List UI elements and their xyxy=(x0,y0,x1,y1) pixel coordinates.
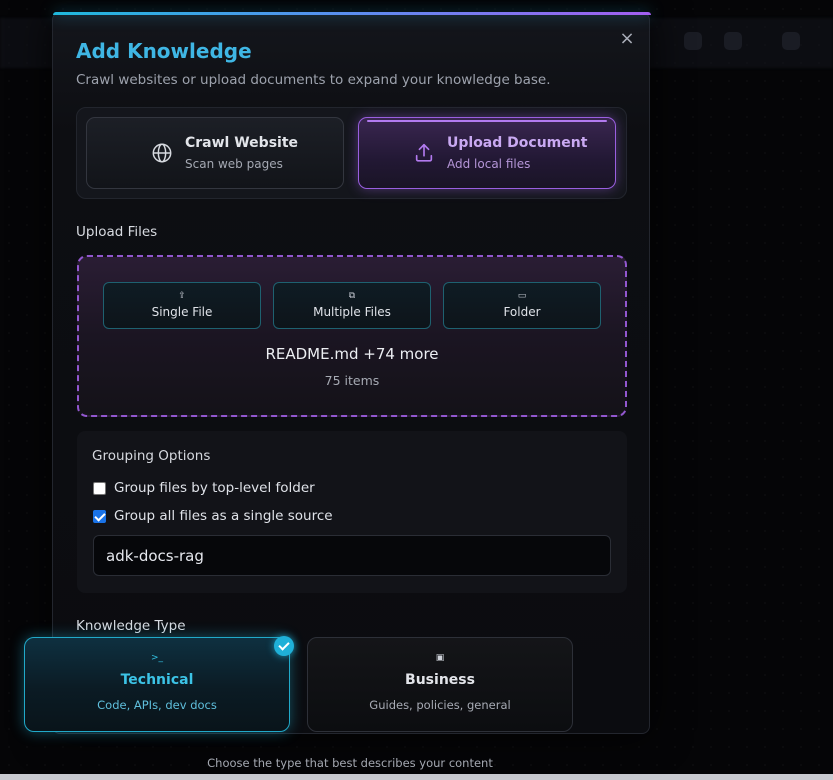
upload-files-label: Upload Files xyxy=(76,224,158,240)
technical-name: Technical xyxy=(120,672,194,688)
folder-label: Folder xyxy=(503,305,541,319)
background-icon xyxy=(684,32,702,50)
globe-icon xyxy=(152,143,172,163)
multiple-files-button[interactable]: ⧉ Multiple Files xyxy=(273,282,431,329)
folder-button[interactable]: ▭ Folder xyxy=(443,282,601,329)
source-mode-selector: Crawl Website Scan web pages Upload Docu… xyxy=(76,107,627,199)
dialog-subtitle: Crawl websites or upload documents to ex… xyxy=(76,72,551,88)
selected-files-count: 75 items xyxy=(324,373,380,388)
grouping-options-panel: Grouping Options Group files by top-leve… xyxy=(77,431,627,593)
upload-icon xyxy=(415,143,433,162)
selected-files-name: README.md +74 more xyxy=(265,345,439,363)
group-single-source-label: Group all files as a single source xyxy=(114,508,333,524)
group-by-folder-option[interactable]: Group files by top-level folder xyxy=(93,480,315,496)
multiple-files-icon: ⧉ xyxy=(348,291,356,301)
upload-document-button[interactable]: Upload Document Add local files xyxy=(358,117,616,189)
knowledge-type-technical[interactable]: >_ Technical Code, APIs, dev docs xyxy=(24,636,294,732)
multiple-files-label: Multiple Files xyxy=(313,305,391,319)
close-button[interactable]: × xyxy=(617,29,637,49)
terminal-icon: >_ xyxy=(150,653,164,663)
grouping-options-title: Grouping Options xyxy=(92,448,211,464)
close-icon[interactable]: × xyxy=(619,28,634,49)
group-single-source-option[interactable]: Group all files as a single source xyxy=(93,508,333,524)
business-description: Guides, policies, general xyxy=(369,698,511,712)
background-icon xyxy=(782,32,800,50)
background-bottom-bar xyxy=(0,774,833,780)
file-dropzone[interactable]: ⇪ Single File ⧉ Multiple Files ▭ Folder … xyxy=(77,255,627,417)
source-name-input[interactable] xyxy=(93,535,611,576)
crawl-website-subtitle: Scan web pages xyxy=(185,157,283,171)
crawl-website-button[interactable]: Crawl Website Scan web pages xyxy=(86,117,344,189)
group-by-folder-checkbox[interactable] xyxy=(93,481,106,495)
single-file-label: Single File xyxy=(151,305,213,319)
knowledge-type-label: Knowledge Type xyxy=(76,618,186,634)
group-single-source-checkbox[interactable] xyxy=(93,509,106,523)
technical-description: Code, APIs, dev docs xyxy=(97,698,217,712)
crawl-website-title: Crawl Website xyxy=(185,135,299,151)
knowledge-type-business[interactable]: ▣ Business Guides, policies, general xyxy=(307,637,573,732)
single-file-button[interactable]: ⇪ Single File xyxy=(103,282,261,329)
dialog-title: Add Knowledge xyxy=(76,39,252,63)
upload-document-title: Upload Document xyxy=(447,135,588,151)
knowledge-type-hint: Choose the type that best describes your… xyxy=(207,756,493,770)
dialog-accent-line xyxy=(53,12,651,15)
selected-check-icon xyxy=(274,636,294,656)
group-by-folder-label: Group files by top-level folder xyxy=(114,480,315,496)
business-name: Business xyxy=(405,672,475,688)
background-icon xyxy=(724,32,742,50)
briefcase-icon: ▣ xyxy=(435,653,445,663)
add-knowledge-dialog: Add Knowledge × Crawl websites or upload… xyxy=(52,12,651,734)
folder-icon: ▭ xyxy=(517,291,527,301)
upload-document-subtitle: Add local files xyxy=(447,157,531,171)
single-file-icon: ⇪ xyxy=(178,291,186,301)
